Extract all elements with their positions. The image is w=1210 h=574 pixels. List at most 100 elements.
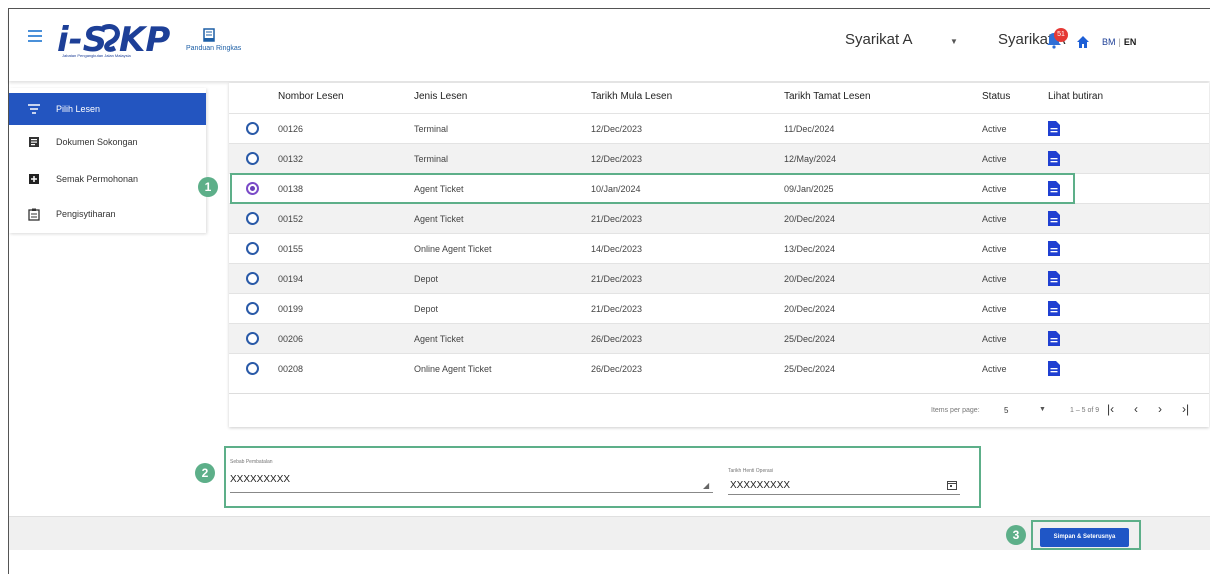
lang-en-link[interactable]: EN bbox=[1124, 37, 1137, 47]
step-marker-1: 1 bbox=[198, 177, 218, 197]
table-row[interactable]: 00132 Terminal 12/Dec/2023 12/May/2024 A… bbox=[229, 143, 1209, 173]
guide-book-icon[interactable] bbox=[203, 28, 215, 42]
cell-end-date: 25/Dec/2024 bbox=[784, 364, 836, 374]
column-header-tarikh-tamat[interactable]: Tarikh Tamat Lesen bbox=[784, 91, 871, 102]
stop-date-underline bbox=[728, 494, 960, 495]
table-row[interactable]: 00194 Depot 21/Dec/2023 20/Dec/2024 Acti… bbox=[229, 263, 1209, 293]
highlight-box-1 bbox=[230, 173, 1075, 204]
cell-status: Active bbox=[982, 304, 1007, 314]
cell-status: Active bbox=[982, 274, 1007, 284]
row-radio[interactable] bbox=[246, 152, 259, 165]
paginator: Items per page: 5 ▼ 1 – 5 of 9 |‹ ‹ › ›| bbox=[229, 393, 1209, 427]
cell-end-date: 11/Dec/2024 bbox=[784, 124, 835, 134]
cell-license-type: Online Agent Ticket bbox=[414, 364, 492, 374]
stop-date-label: Tarikh Henti Operasi bbox=[728, 468, 774, 474]
lang-bm-link[interactable]: BM bbox=[1102, 37, 1116, 47]
sidebar-item-semak-permohonan[interactable]: Semak Permohonan bbox=[9, 163, 206, 195]
last-page-icon[interactable]: ›| bbox=[1182, 402, 1189, 416]
cell-end-date: 20/Dec/2024 bbox=[784, 214, 836, 224]
view-document-icon[interactable] bbox=[1048, 301, 1060, 316]
cell-start-date: 21/Dec/2023 bbox=[591, 304, 643, 314]
cell-status: Active bbox=[982, 364, 1007, 374]
cell-end-date: 13/Dec/2024 bbox=[784, 244, 836, 254]
cell-status: Active bbox=[982, 334, 1007, 344]
cell-license-no: 00155 bbox=[278, 244, 304, 254]
sidebar-item-pilih-lesen[interactable]: Pilih Lesen bbox=[9, 93, 206, 125]
cell-license-type: Agent Ticket bbox=[414, 334, 464, 344]
first-page-icon[interactable]: |‹ bbox=[1107, 402, 1114, 416]
table-row[interactable]: 00152 Agent Ticket 21/Dec/2023 20/Dec/20… bbox=[229, 203, 1209, 233]
cell-license-type: Depot bbox=[414, 304, 439, 314]
row-radio[interactable] bbox=[246, 212, 259, 225]
sidebar-item-label: Pilih Lesen bbox=[56, 104, 101, 114]
logo-subtitle: Jabatan Pengangkutan Jalan Malaysia bbox=[62, 53, 131, 58]
table-row[interactable]: 00126 Terminal 12/Dec/2023 11/Dec/2024 A… bbox=[229, 113, 1209, 143]
highlight-box-2 bbox=[224, 446, 981, 508]
cell-license-type: Agent Ticket bbox=[414, 214, 464, 224]
view-document-icon[interactable] bbox=[1048, 361, 1060, 376]
cell-start-date: 21/Dec/2023 bbox=[591, 214, 643, 224]
column-header-nombor-lesen[interactable]: Nombor Lesen bbox=[278, 91, 344, 102]
view-document-icon[interactable] bbox=[1048, 121, 1060, 136]
sidebar-item-pengisytiharan[interactable]: Pengisytiharan bbox=[9, 198, 206, 230]
company-select[interactable]: Syarikat A bbox=[845, 31, 913, 48]
save-and-continue-button[interactable]: Simpan & Seterusnya bbox=[1040, 528, 1129, 547]
sidebar-item-dokumen-sokongan[interactable]: Dokumen Sokongan bbox=[9, 126, 206, 158]
view-document-icon[interactable] bbox=[1048, 331, 1060, 346]
cell-license-type: Terminal bbox=[414, 124, 449, 134]
row-radio[interactable] bbox=[246, 332, 259, 345]
page-range-label: 1 – 5 of 9 bbox=[1070, 407, 1100, 414]
table-row[interactable]: 00206 Agent Ticket 26/Dec/2023 25/Dec/20… bbox=[229, 323, 1209, 353]
previous-page-icon[interactable]: ‹ bbox=[1134, 402, 1138, 416]
calendar-icon[interactable] bbox=[947, 477, 957, 490]
view-document-icon[interactable] bbox=[1048, 271, 1060, 286]
sidebar: Pilih Lesen Dokumen Sokongan Semak Permo… bbox=[9, 88, 206, 233]
chevron-down-icon[interactable]: ▼ bbox=[1039, 406, 1046, 413]
clipboard-icon bbox=[27, 207, 41, 221]
cell-end-date: 25/Dec/2024 bbox=[784, 334, 836, 344]
cell-status: Active bbox=[982, 154, 1007, 164]
lang-separator: | bbox=[1118, 37, 1121, 47]
table-row[interactable]: 00199 Depot 21/Dec/2023 20/Dec/2024 Acti… bbox=[229, 293, 1209, 323]
stop-date-input[interactable]: XXXXXXXXX bbox=[730, 480, 790, 491]
step-marker-3: 3 bbox=[1006, 525, 1026, 545]
cell-start-date: 14/Dec/2023 bbox=[591, 244, 643, 254]
column-header-lihat-butiran: Lihat butiran bbox=[1048, 91, 1104, 102]
step-marker-2: 2 bbox=[195, 463, 215, 483]
column-header-tarikh-mula[interactable]: Tarikh Mula Lesen bbox=[591, 91, 672, 102]
next-page-icon[interactable]: › bbox=[1158, 402, 1162, 416]
view-document-icon[interactable] bbox=[1048, 151, 1060, 166]
language-switcher: BM | EN bbox=[1102, 37, 1136, 47]
sidebar-item-label: Dokumen Sokongan bbox=[56, 137, 138, 147]
sidebar-item-label: Semak Permohonan bbox=[56, 174, 139, 184]
guide-link[interactable]: Panduan Ringkas bbox=[186, 45, 241, 52]
row-radio[interactable] bbox=[246, 302, 259, 315]
items-per-page-select[interactable]: 5 bbox=[1004, 406, 1008, 415]
reason-input[interactable]: XXXXXXXXX bbox=[230, 474, 290, 485]
reason-underline bbox=[230, 492, 713, 493]
table-row[interactable]: 00208 Online Agent Ticket 26/Dec/2023 25… bbox=[229, 353, 1209, 383]
table-row[interactable]: 00155 Online Agent Ticket 14/Dec/2023 13… bbox=[229, 233, 1209, 263]
cell-license-type: Terminal bbox=[414, 154, 449, 164]
chevron-down-icon[interactable]: ▼ bbox=[950, 37, 958, 46]
column-header-jenis-lesen[interactable]: Jenis Lesen bbox=[414, 91, 467, 102]
row-radio[interactable] bbox=[246, 272, 259, 285]
resize-icon[interactable]: ◢ bbox=[703, 481, 709, 490]
row-radio[interactable] bbox=[246, 362, 259, 375]
license-table: Nombor Lesen Jenis Lesen Tarikh Mula Les… bbox=[229, 83, 1209, 427]
row-radio[interactable] bbox=[246, 242, 259, 255]
cell-start-date: 26/Dec/2023 bbox=[591, 334, 643, 344]
hamburger-menu-icon[interactable] bbox=[28, 30, 42, 42]
cell-status: Active bbox=[982, 124, 1007, 134]
cell-start-date: 21/Dec/2023 bbox=[591, 274, 643, 284]
cell-license-type: Depot bbox=[414, 274, 439, 284]
documents-icon bbox=[27, 135, 41, 149]
home-icon[interactable] bbox=[1076, 35, 1090, 49]
cell-start-date: 26/Dec/2023 bbox=[591, 364, 643, 374]
column-header-status[interactable]: Status bbox=[982, 91, 1010, 102]
cell-license-no: 00126 bbox=[278, 124, 304, 134]
view-document-icon[interactable] bbox=[1048, 241, 1060, 256]
view-document-icon[interactable] bbox=[1048, 211, 1060, 226]
row-radio[interactable] bbox=[246, 122, 259, 135]
table-header: Nombor Lesen Jenis Lesen Tarikh Mula Les… bbox=[229, 83, 1209, 113]
